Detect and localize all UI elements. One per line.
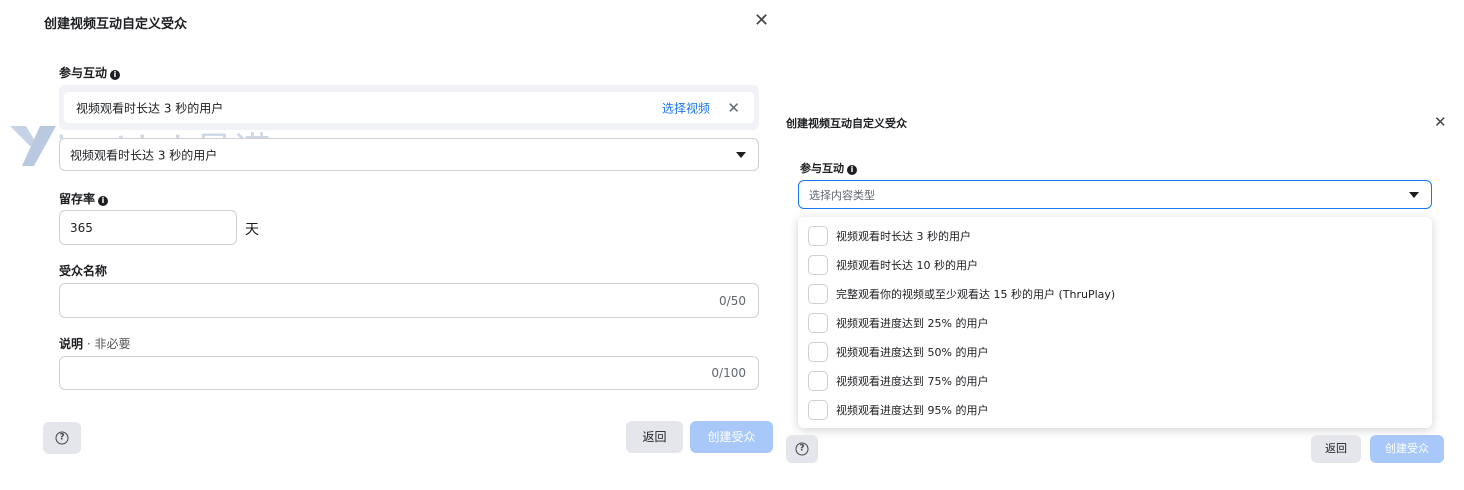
option-label: 视频观看时长达 10 秒的用户 xyxy=(836,258,978,272)
remove-item-icon[interactable]: ✕ xyxy=(727,99,740,117)
help-button[interactable]: ? xyxy=(43,422,81,454)
option-checkbox[interactable] xyxy=(808,399,828,420)
caret-down-icon xyxy=(1409,191,1419,198)
back-button[interactable]: 返回 xyxy=(626,421,683,453)
selected-engagement-container: 视频观看时长达 3 秒的用户 选择视频 ✕ xyxy=(59,85,759,130)
engagement-label-text: 参与互动 xyxy=(59,66,108,80)
engagement-type-select[interactable]: 视频观看时长达 3 秒的用户 xyxy=(59,138,759,171)
selected-engagement-item: 视频观看时长达 3 秒的用户 选择视频 ✕ xyxy=(64,92,754,123)
caret-down-icon xyxy=(736,151,746,158)
dropdown-option[interactable]: 视频观看进度达到 25% 的用户 xyxy=(798,308,1432,337)
dropdown-option[interactable]: 视频观看时长达 3 秒的用户 xyxy=(798,221,1432,250)
help-icon: ? xyxy=(55,431,69,445)
choose-video-link[interactable]: 选择视频 xyxy=(662,99,710,116)
option-checkbox[interactable] xyxy=(808,370,828,391)
audience-name-label: 受众名称 xyxy=(59,264,108,278)
dialog-title: 创建视频互动自定义受众 xyxy=(44,17,188,32)
dialog-title: 创建视频互动自定义受众 xyxy=(786,117,907,130)
selected-engagement-text: 视频观看时长达 3 秒的用户 xyxy=(76,101,224,115)
engagement-label-text: 参与互动 xyxy=(800,162,844,175)
create-audience-button[interactable]: 创建受众 xyxy=(690,421,773,453)
option-checkbox[interactable] xyxy=(808,283,828,304)
description-optional: · 非必要 xyxy=(83,337,131,351)
dropdown-option[interactable]: 视频观看时长达 10 秒的用户 xyxy=(798,250,1432,279)
option-checkbox[interactable] xyxy=(808,225,828,246)
close-icon[interactable]: ✕ xyxy=(1434,113,1447,131)
description-input[interactable]: 0/100 xyxy=(59,356,759,390)
option-label: 完整观看你的视频或至少观看达 15 秒的用户 (ThruPlay) xyxy=(836,287,1116,301)
option-label: 视频观看进度达到 50% 的用户 xyxy=(836,345,989,359)
retention-label-text: 留存率 xyxy=(59,192,96,206)
close-icon[interactable]: ✕ xyxy=(754,12,769,30)
content-type-dropdown: 视频观看时长达 3 秒的用户 视频观看时长达 10 秒的用户 完整观看你的视频或… xyxy=(798,217,1432,428)
watermark-y-icon xyxy=(10,126,56,166)
option-label: 视频观看时长达 3 秒的用户 xyxy=(836,229,971,243)
option-label: 视频观看进度达到 95% 的用户 xyxy=(836,403,989,417)
create-audience-button[interactable]: 创建受众 xyxy=(1370,435,1444,463)
description-label-text: 说明 xyxy=(59,337,84,351)
option-checkbox[interactable] xyxy=(808,341,828,362)
dropdown-option[interactable]: 视频观看进度达到 50% 的用户 xyxy=(798,337,1432,366)
description-label: 说明 · 非必要 xyxy=(59,335,130,352)
right-dialog: 创建视频互动自定义受众 ✕ 参与互动 i 选择内容类型 视频观看时长达 3 秒的用… xyxy=(784,0,1464,490)
retention-value: 365 xyxy=(70,220,93,235)
dropdown-option[interactable]: 视频观看进度达到 95% 的用户 xyxy=(798,395,1432,424)
back-button[interactable]: 返回 xyxy=(1311,435,1361,463)
info-icon[interactable]: i xyxy=(847,165,857,175)
retention-input[interactable]: 365 xyxy=(59,210,237,245)
engagement-label: 参与互动 i xyxy=(800,160,857,176)
description-counter: 0/100 xyxy=(711,366,746,380)
help-button[interactable]: ? xyxy=(786,435,818,463)
dropdown-option[interactable]: 完整观看你的视频或至少观看达 15 秒的用户 (ThruPlay) xyxy=(798,279,1432,308)
info-icon[interactable]: i xyxy=(98,196,109,206)
dropdown-option[interactable]: 视频观看进度达到 75% 的用户 xyxy=(798,366,1432,395)
retention-unit: 天 xyxy=(245,222,259,238)
engagement-type-value: 视频观看时长达 3 秒的用户 xyxy=(70,148,218,162)
audience-name-counter: 0/50 xyxy=(719,293,746,308)
option-label: 视频观看进度达到 75% 的用户 xyxy=(836,374,989,388)
help-icon: ? xyxy=(795,442,809,456)
option-checkbox[interactable] xyxy=(808,312,828,333)
info-icon[interactable]: i xyxy=(110,70,121,80)
retention-label: 留存率 i xyxy=(59,190,109,207)
content-type-placeholder: 选择内容类型 xyxy=(809,188,875,202)
engagement-label: 参与互动 i xyxy=(59,64,121,81)
option-checkbox[interactable] xyxy=(808,254,828,275)
option-label: 视频观看进度达到 25% 的用户 xyxy=(836,316,989,330)
audience-name-input[interactable]: 0/50 xyxy=(59,283,759,318)
content-type-select[interactable]: 选择内容类型 xyxy=(798,180,1432,209)
left-dialog: 创建视频互动自定义受众 ✕ 参与互动 i 视频观看时长达 3 秒的用户 选择视频 … xyxy=(0,0,784,490)
